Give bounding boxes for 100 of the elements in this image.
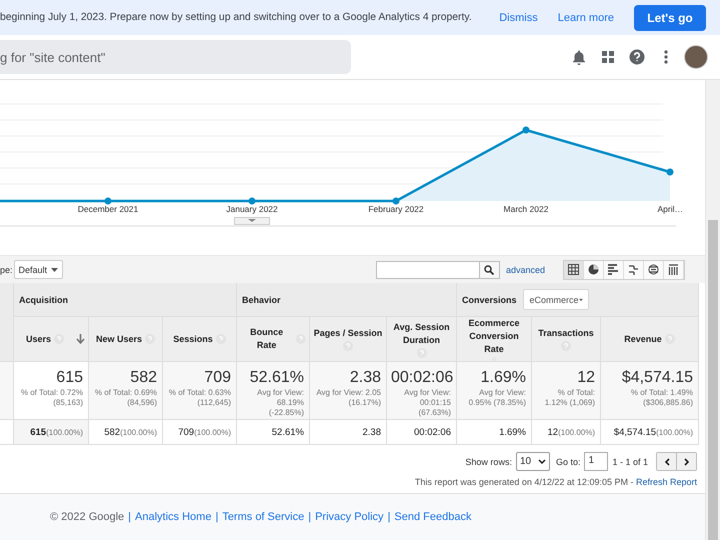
table-cell: 1.69% bbox=[457, 420, 532, 445]
axis-label: January 2022 bbox=[226, 204, 278, 214]
conversions-dropdown[interactable]: eCommerce bbox=[522, 289, 589, 310]
next-page-button[interactable] bbox=[676, 453, 696, 470]
summary-note: % of Total: 1.12% (1,069) bbox=[544, 388, 595, 408]
column-header[interactable]: Sessions bbox=[163, 317, 237, 362]
pie-chart-icon bbox=[588, 264, 599, 275]
table-cell: 12(100.00%) bbox=[532, 420, 601, 445]
data-point bbox=[104, 198, 112, 204]
rows-dropdown[interactable]: 10 bbox=[516, 452, 550, 471]
view-toggle[interactable] bbox=[624, 260, 644, 278]
footer-separator: | bbox=[215, 511, 218, 523]
summary-note: % of Total: 0.63% (112,645) bbox=[168, 388, 231, 408]
search-icon[interactable] bbox=[484, 264, 494, 274]
view-toggle[interactable] bbox=[564, 260, 584, 278]
chevron-left-icon bbox=[664, 458, 670, 466]
view-toggle[interactable] bbox=[644, 260, 664, 278]
avatar[interactable] bbox=[684, 45, 708, 69]
search-button[interactable] bbox=[480, 260, 500, 278]
table-cell: 52.61% bbox=[237, 420, 310, 445]
summary-value: 1.69% bbox=[480, 368, 526, 388]
search-field[interactable]: g for "site content" bbox=[0, 40, 351, 74]
copyright: © 2022 Google bbox=[50, 511, 124, 523]
data-point bbox=[248, 198, 256, 204]
view-toggle[interactable] bbox=[584, 260, 604, 278]
column-label: New Users bbox=[96, 332, 142, 346]
bar-chart-icon bbox=[608, 264, 619, 275]
summary-value: 582 bbox=[129, 368, 157, 388]
chevron-down-icon[interactable] bbox=[538, 459, 546, 464]
bell-icon[interactable] bbox=[571, 49, 587, 65]
column-label: Bounce Rate bbox=[249, 326, 284, 352]
summary-note: % of Total: 0.69% (84,596) bbox=[94, 388, 157, 408]
data-point bbox=[392, 198, 400, 204]
table-search-field[interactable] bbox=[376, 260, 480, 278]
table-cell: $4,574.15(100.00%) bbox=[601, 420, 699, 445]
collapse-toggle[interactable] bbox=[234, 217, 270, 225]
footer-separator: | bbox=[308, 511, 312, 523]
footer-link[interactable]: Terms of Service bbox=[222, 511, 304, 523]
column-label: Pages / Session bbox=[314, 327, 382, 340]
grid-icon bbox=[568, 264, 579, 275]
view-toggle[interactable] bbox=[664, 260, 684, 278]
view-toggle[interactable] bbox=[604, 260, 624, 278]
summary-value: 2.38 bbox=[348, 368, 381, 388]
lets-go-button[interactable]: Let's go bbox=[634, 4, 706, 30]
column-header[interactable]: Users bbox=[14, 317, 89, 362]
pivot-icon bbox=[648, 264, 659, 275]
show-rows-label: Show rows: bbox=[465, 456, 512, 466]
type-dropdown[interactable]: Default bbox=[14, 260, 63, 279]
refresh-report-link[interactable]: Refresh Report bbox=[636, 477, 697, 487]
column-label: Sessions bbox=[173, 332, 213, 346]
scrollbar-thumb[interactable] bbox=[708, 220, 718, 540]
column-header[interactable]: New Users bbox=[89, 317, 163, 362]
axis-label: March 2022 bbox=[504, 204, 548, 214]
column-label: Users bbox=[26, 332, 52, 346]
column-label: Transactions bbox=[538, 327, 594, 340]
page-range: 1 - 1 of 1 bbox=[612, 456, 648, 466]
summary-value: $4,574.15 bbox=[620, 368, 693, 388]
footer-separator: | bbox=[128, 511, 132, 523]
column-header[interactable]: Revenue bbox=[601, 317, 699, 362]
banner-link[interactable]: Learn more bbox=[558, 12, 614, 24]
caret-icon[interactable] bbox=[578, 298, 583, 302]
column-header[interactable]: Avg. Session Duration bbox=[387, 317, 457, 362]
summary-value: 52.61% bbox=[248, 368, 304, 388]
sort-arrow-icon[interactable] bbox=[76, 334, 85, 344]
summary-note: % of Total: 1.49% ($306,885.86) bbox=[630, 388, 693, 408]
summary-value: 00:02:06 bbox=[391, 368, 451, 388]
advanced-link[interactable]: advanced bbox=[506, 264, 545, 274]
footer-separator: | bbox=[388, 511, 390, 523]
group-label: Behavior bbox=[242, 294, 281, 304]
chevron-right-icon bbox=[684, 458, 690, 466]
group-label: Conversions bbox=[462, 294, 517, 304]
caret-icon[interactable] bbox=[50, 268, 58, 272]
data-point bbox=[666, 168, 674, 176]
table-cell: 00:02:06 bbox=[387, 420, 457, 445]
footer-link[interactable]: Privacy Policy bbox=[315, 511, 384, 523]
axis-label: April… bbox=[657, 204, 683, 214]
type-label: pe: bbox=[0, 264, 13, 274]
footer-link[interactable]: Send Feedback bbox=[394, 511, 472, 523]
column-header[interactable]: Transactions bbox=[532, 317, 601, 362]
dimension-cell bbox=[0, 420, 14, 445]
summary-note: Avg for View: 0.95% (78.35%) bbox=[468, 388, 526, 408]
group-label: Acquisition bbox=[19, 294, 68, 304]
summary-note: % of Total: 0.72% (85,163) bbox=[20, 388, 83, 408]
apps-icon[interactable] bbox=[600, 49, 616, 65]
summary-value: 12 bbox=[576, 368, 595, 388]
summary-note: Avg for View: 00:01:15 (67.63%) bbox=[403, 388, 451, 418]
column-header[interactable]: Bounce Rate bbox=[237, 317, 310, 362]
data-point bbox=[522, 126, 530, 134]
help-icon[interactable] bbox=[629, 49, 645, 65]
table-cell: 709(100.00%) bbox=[163, 420, 237, 445]
column-header[interactable]: Ecommerce Conversion Rate bbox=[457, 317, 532, 362]
summary-note: Avg for View: 68.19% (-22.85%) bbox=[256, 388, 304, 418]
columns-icon bbox=[668, 264, 679, 275]
summary-value: 615 bbox=[55, 368, 83, 388]
summary-value: 709 bbox=[203, 368, 231, 388]
previous-page-button[interactable] bbox=[657, 453, 676, 470]
column-header[interactable]: Pages / Session bbox=[310, 317, 387, 362]
footer-link[interactable]: Analytics Home bbox=[135, 511, 212, 523]
banner-link[interactable]: Dismiss bbox=[499, 12, 538, 24]
go-to-field[interactable]: 1 bbox=[584, 452, 608, 471]
